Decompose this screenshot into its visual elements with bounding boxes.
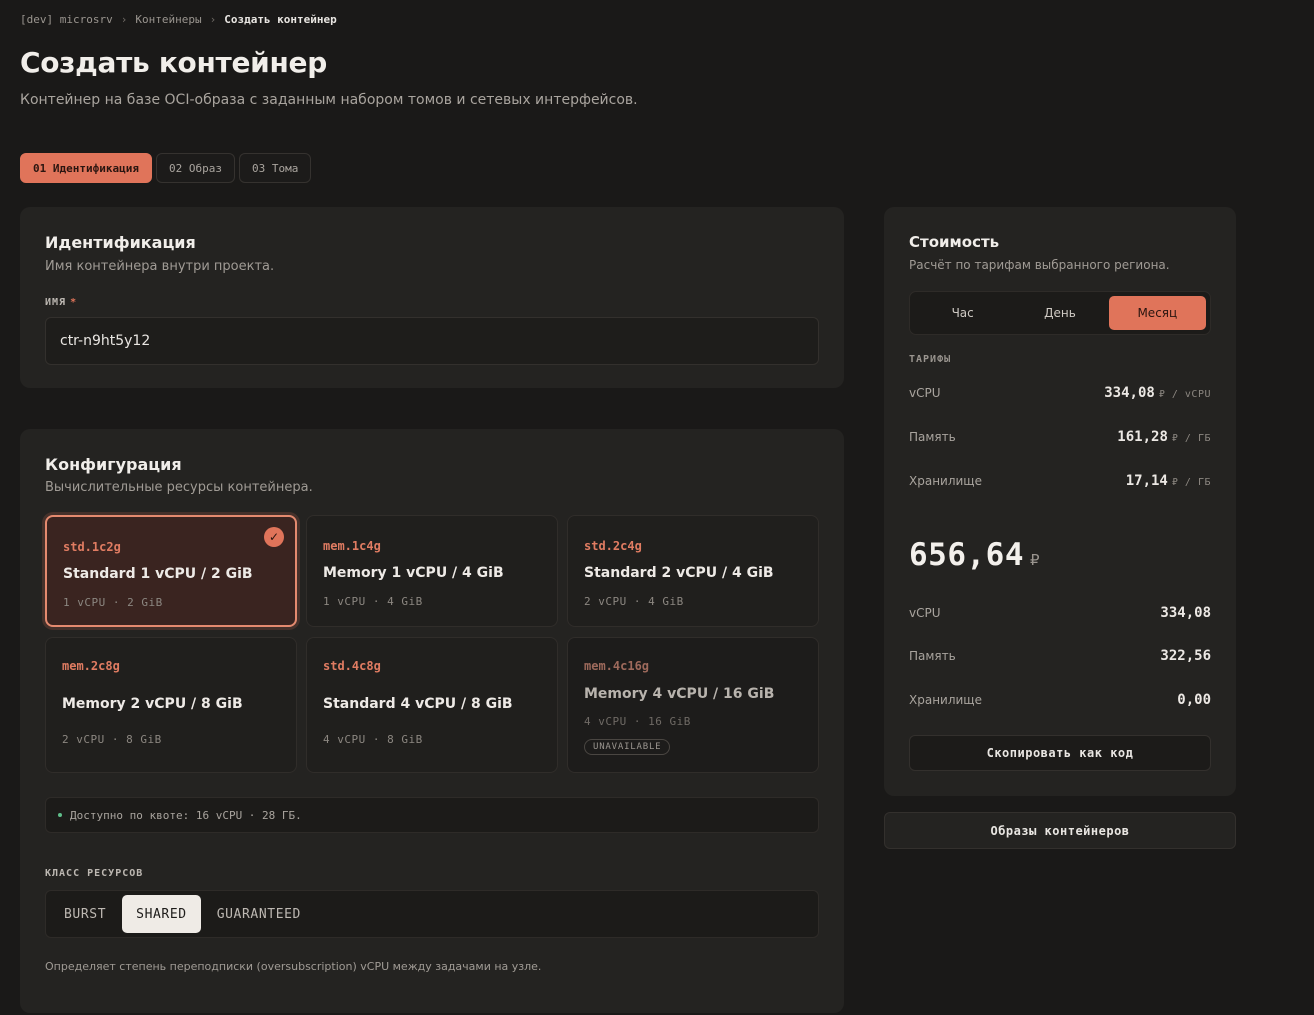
rate-value: 334,08 [1104, 385, 1155, 401]
copy-as-code-button[interactable]: Скопировать как код [909, 735, 1211, 771]
configuration-title: Конфигурация [45, 455, 182, 474]
flavor-code: mem.4c16g [584, 659, 650, 673]
rate-value-wrap: 161,28 ₽ / ГБ [1117, 429, 1211, 445]
rate-unit: ₽ / ГБ [1171, 477, 1211, 488]
flavor-card-mem-2c8g[interactable]: mem.2c8g Memory 2 vCPU / 8 GiB 2 vCPU · … [45, 637, 297, 773]
breakdown-row-memory: Память 322,56 [909, 648, 1211, 664]
flavor-card-std-4c8g[interactable]: std.4c8g Standard 4 vCPU / 8 GiB 4 vCPU … [306, 637, 558, 773]
rate-row-vcpu: vCPU 334,08 ₽ / vCPU [909, 385, 1211, 401]
breakdown-value: 0,00 [1177, 692, 1211, 708]
page-title: Создать контейнер [20, 46, 327, 79]
rate-value: 161,28 [1117, 429, 1168, 445]
name-label-text: ИМЯ [45, 297, 67, 308]
flavor-specs: 1 vCPU · 2 GiB [63, 596, 163, 609]
identification-subtitle: Имя контейнера внутри проекта. [45, 259, 275, 274]
check-icon: ✓ [264, 527, 284, 547]
cost-card: Стоимость Расчёт по тарифам выбранного р… [884, 207, 1236, 796]
identification-card: Идентификация Имя контейнера внутри прое… [20, 207, 844, 388]
required-mark: * [70, 297, 78, 308]
breadcrumb-env[interactable]: [dev] microsrv [20, 13, 113, 26]
rate-label: Хранилище [909, 474, 982, 488]
flavor-name: Standard 2 vCPU / 4 GiB [584, 565, 774, 581]
rate-value: 17,14 [1125, 473, 1168, 489]
breakdown-row-vcpu: vCPU 334,08 [909, 605, 1211, 621]
flavor-specs: 2 vCPU · 8 GiB [62, 733, 162, 746]
step-image[interactable]: 02 Образ [155, 153, 235, 183]
flavor-code: mem.1c4g [323, 539, 381, 553]
flavor-name: Standard 1 vCPU / 2 GiB [63, 566, 253, 582]
rate-label: vCPU [909, 386, 941, 400]
breakdown-value: 322,56 [1160, 648, 1211, 664]
breakdown-row-storage: Хранилище 0,00 [909, 692, 1211, 708]
flavor-name: Memory 1 vCPU / 4 GiB [323, 565, 504, 581]
breakdown-value: 334,08 [1160, 605, 1211, 621]
rate-value-wrap: 334,08 ₽ / vCPU [1104, 385, 1211, 401]
breadcrumb-current: Создать контейнер [224, 13, 337, 26]
rate-row-memory: Память 161,28 ₽ / ГБ [909, 429, 1211, 445]
flavor-card-mem-1c4g[interactable]: mem.1c4g Memory 1 vCPU / 4 GiB 1 vCPU · … [306, 515, 558, 627]
flavor-code: std.4c8g [323, 659, 381, 673]
rate-unit: ₽ / ГБ [1171, 433, 1211, 444]
breadcrumb-separator: › [209, 13, 217, 26]
flavor-name: Memory 4 vCPU / 16 GiB [584, 686, 775, 702]
container-name-input[interactable] [45, 317, 819, 365]
step-volumes[interactable]: 03 Тома [238, 153, 312, 183]
cost-subtitle: Расчёт по тарифам выбранного региона. [909, 258, 1170, 272]
class-option-shared[interactable]: SHARED [122, 895, 201, 933]
cost-title: Стоимость [909, 233, 1000, 251]
rate-unit: ₽ / vCPU [1158, 389, 1211, 400]
quota-dot-icon [58, 813, 62, 817]
total-cost: 656,64 ₽ [909, 537, 1040, 573]
period-day[interactable]: День [1011, 296, 1108, 330]
resource-class-help: Определяет степень переподписки (oversub… [45, 960, 542, 973]
flavor-specs: 4 vCPU · 16 GiB [584, 715, 691, 728]
flavor-card-std-2c4g[interactable]: std.2c4g Standard 2 vCPU / 4 GiB 2 vCPU … [567, 515, 819, 627]
configuration-subtitle: Вычислительные ресурсы контейнера. [45, 480, 313, 495]
flavor-card-mem-4c16g: mem.4c16g Memory 4 vCPU / 16 GiB 4 vCPU … [567, 637, 819, 773]
class-option-guaranteed[interactable]: GUARANTEED [203, 895, 315, 933]
class-option-burst[interactable]: BURST [50, 895, 120, 933]
resource-class-selector: BURST SHARED GUARANTEED [45, 890, 819, 938]
resource-class-label: КЛАСС РЕСУРСОВ [45, 868, 144, 879]
unavailable-badge: UNAVAILABLE [584, 739, 671, 755]
total-value: 656,64 [909, 537, 1024, 573]
rate-value-wrap: 17,14 ₽ / ГБ [1126, 473, 1211, 489]
step-identification[interactable]: 01 Идентификация [20, 153, 152, 183]
quota-text: Доступно по квоте: 16 vCPU · 28 ГБ. [70, 808, 302, 822]
flavor-name: Memory 2 vCPU / 8 GiB [62, 696, 243, 712]
total-currency: ₽ [1029, 551, 1040, 569]
quota-notice: Доступно по квоте: 16 vCPU · 28 ГБ. [45, 797, 819, 833]
flavor-card-std-1c2g[interactable]: std.1c2g ✓ Standard 1 vCPU / 2 GiB 1 vCP… [45, 515, 297, 627]
flavor-specs: 4 vCPU · 8 GiB [323, 733, 423, 746]
flavor-specs: 2 vCPU · 4 GiB [584, 595, 684, 608]
period-month[interactable]: Месяц [1108, 296, 1206, 330]
configuration-card: Конфигурация Вычислительные ресурсы конт… [20, 429, 844, 1013]
flavor-code: std.2c4g [584, 539, 642, 553]
flavor-code: std.1c2g [63, 540, 121, 554]
breakdown-label: vCPU [909, 606, 941, 620]
rates-label: ТАРИФЫ [909, 354, 952, 365]
breakdown-label: Хранилище [909, 693, 982, 707]
name-label: ИМЯ * [45, 297, 77, 308]
breadcrumb-separator: › [120, 13, 128, 26]
period-selector: Час День Месяц [909, 291, 1211, 335]
rate-row-storage: Хранилище 17,14 ₽ / ГБ [909, 473, 1211, 489]
rate-label: Память [909, 430, 956, 444]
wizard-steps: 01 Идентификация 02 Образ 03 Тома [20, 153, 312, 183]
breadcrumb: [dev] microsrv › Контейнеры › Создать ко… [20, 13, 337, 26]
period-hour[interactable]: Час [914, 296, 1011, 330]
flavor-code: mem.2c8g [62, 659, 120, 673]
breadcrumb-containers[interactable]: Контейнеры [135, 13, 201, 26]
flavor-specs: 1 vCPU · 4 GiB [323, 595, 423, 608]
page-subtitle: Контейнер на базе OCI-образа с заданным … [20, 92, 638, 108]
container-images-button[interactable]: Образы контейнеров [884, 812, 1236, 849]
identification-title: Идентификация [45, 233, 196, 252]
breakdown-label: Память [909, 649, 956, 663]
flavor-name: Standard 4 vCPU / 8 GiB [323, 696, 513, 712]
